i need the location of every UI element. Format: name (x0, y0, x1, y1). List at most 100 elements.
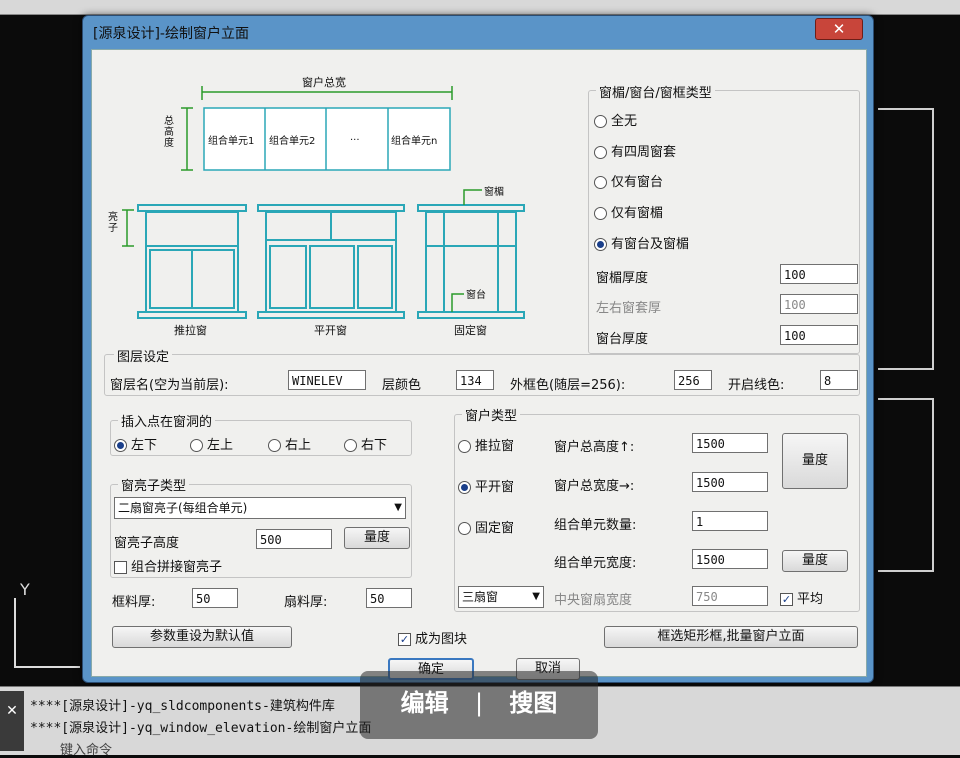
type-option-none[interactable]: 全无 (594, 110, 637, 129)
window-kind-legend: 窗户类型 (462, 405, 521, 424)
type-option-sill-only[interactable]: 仅有窗台 (594, 171, 663, 190)
sash-label: 亮子 (108, 212, 118, 234)
command-history-line: ****[源泉设计]-yq_window_elevation-绘制窗户立面 (30, 721, 372, 736)
dialog-title: [源泉设计]-绘制窗户立面 (93, 26, 249, 42)
kind-option-fixed[interactable]: 固定窗 (458, 517, 514, 536)
radio-icon (268, 439, 281, 452)
transom-measure-button[interactable]: 量度 (344, 527, 410, 549)
insert-option-top-left[interactable]: 左上 (190, 434, 233, 453)
type-option-sill-and-hood[interactable]: 有窗台及窗楣 (594, 233, 689, 252)
radio-icon (458, 522, 471, 535)
radio-icon (458, 440, 471, 453)
open-color-input[interactable]: 8 (820, 370, 858, 390)
insert-option-top-right[interactable]: 右上 (268, 434, 311, 453)
window-diagram (122, 86, 525, 319)
frame-color-input[interactable]: 256 (674, 370, 712, 390)
command-input[interactable]: 键入命令 (60, 739, 112, 758)
unit-count-input[interactable]: 1 (692, 511, 768, 531)
total-height-field-label: 窗户总高度↑: (554, 440, 635, 455)
open-color-label: 开启线色: (728, 378, 785, 393)
sash-thickness-label: 扇料厚: (284, 595, 328, 610)
transom-combine-checkbox[interactable]: 组合拼接窗亮子 (114, 556, 222, 575)
command-history-line: ****[源泉设计]-yq_sldcomponents-建筑构件库 (30, 699, 335, 714)
frame-thickness-input[interactable]: 50 (192, 588, 238, 608)
ucs-y-axis (14, 598, 16, 668)
hood-label: 窗楣 (484, 187, 504, 198)
transom-type-select[interactable]: 二扇窗亮子(每组合单元) ▼ (114, 497, 406, 519)
measure-large-button[interactable]: 量度 (782, 433, 848, 489)
radio-selected-icon (114, 439, 127, 452)
window-type-legend: 窗楣/窗台/窗框类型 (596, 82, 715, 101)
layer-name-input[interactable]: WINELEV (288, 370, 366, 390)
unit-label-1: 组合单元1 (208, 136, 255, 147)
as-block-checkbox[interactable]: ✓ 成为图块 (398, 628, 467, 647)
center-width-label: 中央窗扇宽度 (554, 593, 633, 608)
layer-color-label: 层颜色 (382, 378, 422, 393)
side-thickness-label: 左右窗套厚 (596, 301, 662, 316)
batch-elevation-button[interactable]: 框选矩形框,批量窗户立面 (604, 626, 858, 648)
radio-icon (344, 439, 357, 452)
caption-sliding: 推拉窗 (174, 324, 207, 337)
chevron-down-icon: ▼ (394, 502, 402, 513)
caption-fixed: 固定窗 (454, 324, 487, 337)
unit-width-label: 组合单元宽度: (554, 556, 637, 571)
checkmark-icon: ✓ (398, 633, 411, 646)
search-image-button[interactable]: 搜图 (509, 689, 557, 717)
unit-count-label: 组合单元数量: (554, 518, 637, 533)
kind-option-casement[interactable]: 平开窗 (458, 476, 514, 495)
radio-icon (594, 115, 607, 128)
transom-legend: 窗亮子类型 (118, 475, 190, 494)
checkmark-icon: ✓ (780, 593, 793, 606)
sill-label: 窗台 (466, 290, 486, 301)
unit-label-n: 组合单元n (391, 136, 438, 147)
measure-small-button[interactable]: 量度 (782, 550, 848, 572)
sash-thickness-input[interactable]: 50 (366, 588, 412, 608)
transom-height-label: 窗亮子高度 (114, 536, 180, 551)
radio-icon (594, 207, 607, 220)
insert-option-bottom-left[interactable]: 左下 (114, 434, 157, 453)
unit-label-2: 组合单元2 (269, 136, 316, 147)
radio-icon (594, 146, 607, 159)
edit-search-overlay: 编辑 | 搜图 (360, 671, 598, 739)
type-option-hood-only[interactable]: 仅有窗楣 (594, 202, 663, 221)
side-thickness-input[interactable]: 100 (780, 294, 858, 314)
dialog-titlebar[interactable]: [源泉设计]-绘制窗户立面 ✕ (83, 16, 873, 46)
sliding-window-drawing (137, 204, 247, 319)
total-width-label: 窗户总宽 (302, 76, 346, 89)
radio-selected-icon (458, 481, 471, 494)
total-height-input[interactable]: 1500 (692, 433, 768, 453)
total-width-input[interactable]: 1500 (692, 472, 768, 492)
ucs-x-axis (14, 666, 80, 668)
radio-selected-icon (594, 238, 607, 251)
reset-defaults-button[interactable]: 参数重设为默认值 (112, 626, 292, 648)
transom-height-input[interactable]: 500 (256, 529, 332, 549)
checkbox-icon (114, 561, 127, 574)
radio-icon (190, 439, 203, 452)
dialog-client-area: 窗户总宽 总高度 组合单元1 组合单元2 ... 组合单元n 亮子 窗楣 窗台 … (91, 49, 867, 680)
cad-drawing-line (878, 108, 934, 370)
layer-legend: 图层设定 (114, 346, 173, 365)
frame-thickness-label: 框料厚: (112, 595, 156, 610)
casement-window-drawing (257, 204, 405, 319)
edit-button[interactable]: 编辑 (401, 689, 449, 717)
layer-name-label: 窗层名(空为当前层): (110, 378, 229, 393)
hood-thickness-input[interactable]: 100 (780, 264, 858, 284)
command-close-icon[interactable]: ✕ (0, 691, 24, 751)
frame-color-label: 外框色(随层=256): (510, 378, 626, 393)
cad-tab-strip (0, 0, 960, 15)
unit-width-input[interactable]: 1500 (692, 549, 768, 569)
insert-point-legend: 插入点在窗洞的 (118, 411, 216, 430)
radio-icon (594, 176, 607, 189)
sill-thickness-input[interactable]: 100 (780, 325, 858, 345)
close-button[interactable]: ✕ (815, 18, 863, 40)
hood-callout (463, 189, 482, 205)
average-checkbox[interactable]: ✓ 平均 (780, 588, 823, 607)
kind-option-sliding[interactable]: 推拉窗 (458, 435, 514, 454)
leaf-count-select[interactable]: 三扇窗 ▼ (458, 586, 544, 608)
layer-color-input[interactable]: 134 (456, 370, 494, 390)
unit-label-ellipsis: ... (350, 132, 360, 143)
sill-thickness-label: 窗台厚度 (596, 332, 649, 347)
insert-option-bottom-right[interactable]: 右下 (344, 434, 387, 453)
type-option-frame[interactable]: 有四周窗套 (594, 141, 676, 160)
center-width-input[interactable]: 750 (692, 586, 768, 606)
